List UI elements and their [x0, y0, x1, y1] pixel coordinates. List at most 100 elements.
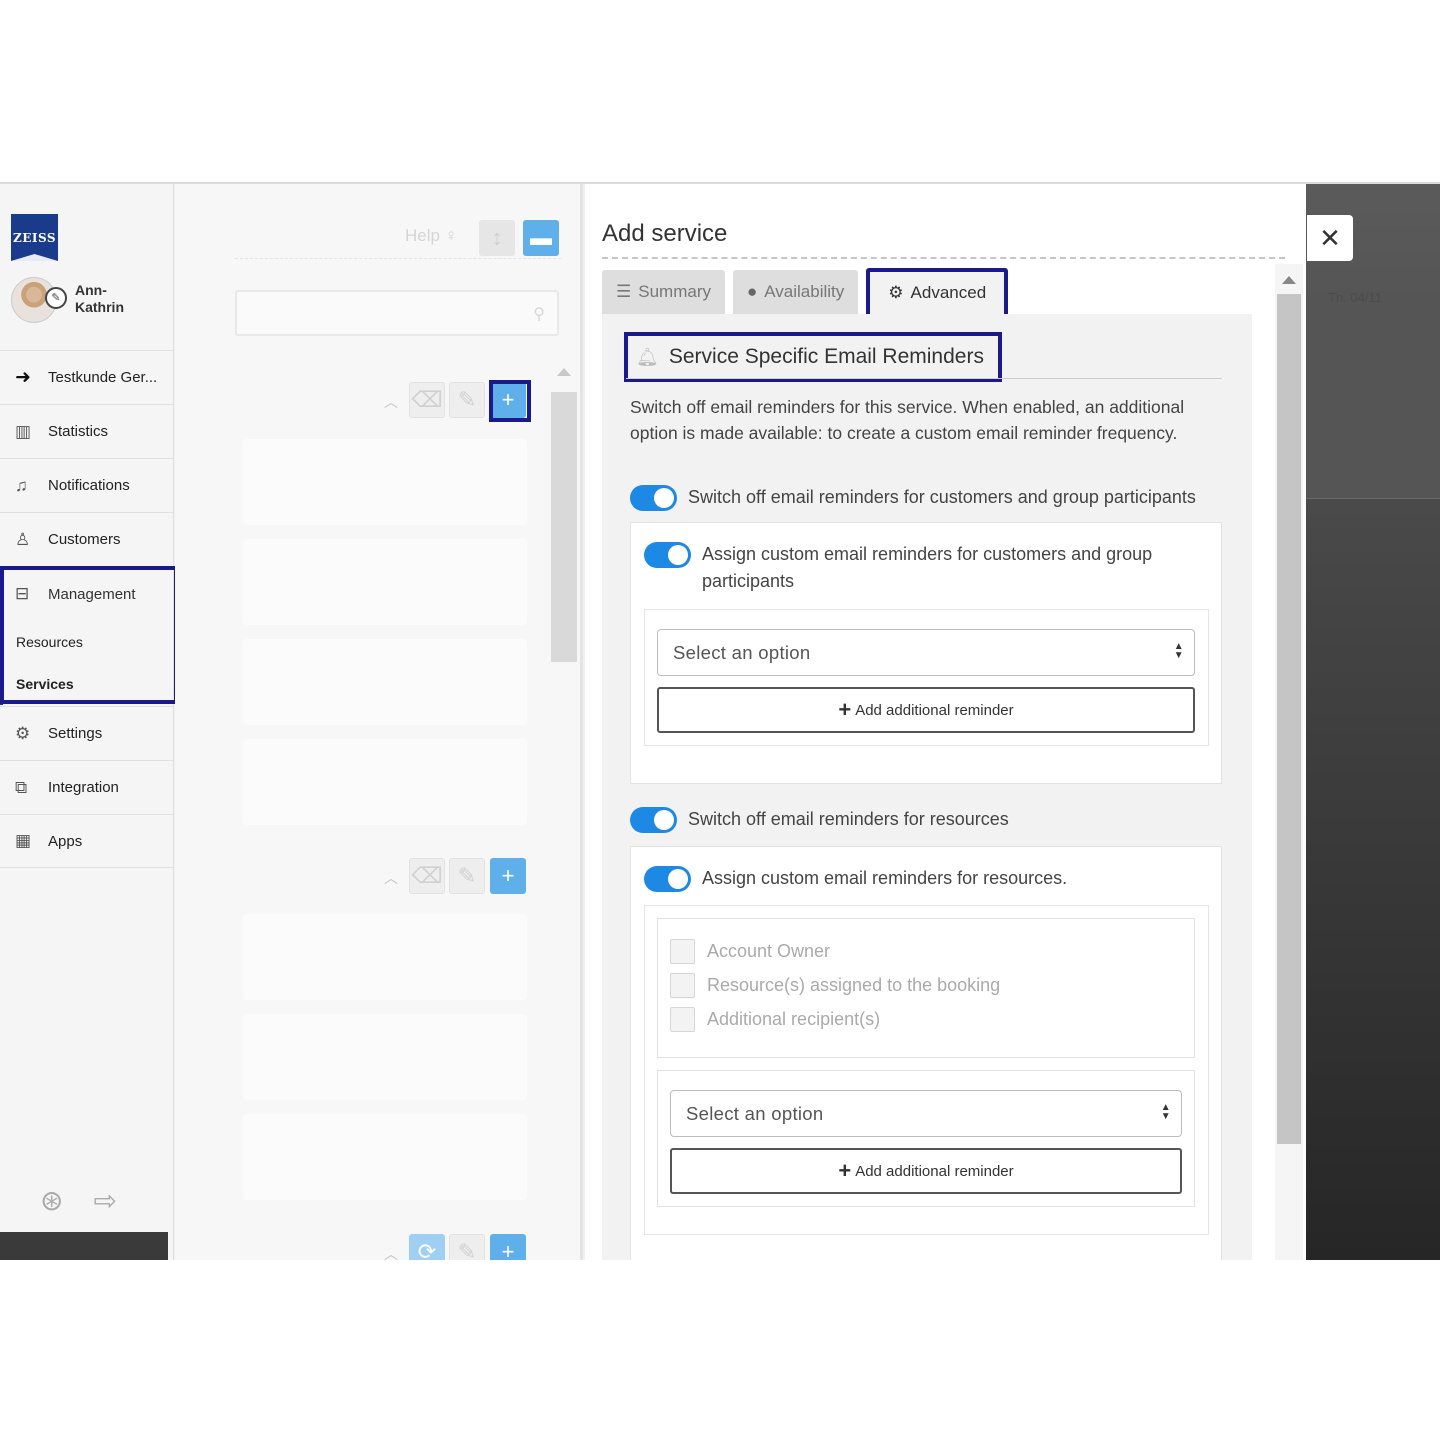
recipient-additional[interactable]: Additional recipient(s): [670, 1007, 880, 1032]
bar-chart-icon: ▥: [15, 421, 32, 441]
section-description: Switch off email reminders for this serv…: [630, 397, 1185, 443]
sidebar-item-label: Testkunde Ger...: [48, 369, 158, 386]
list-item[interactable]: [243, 539, 527, 625]
scroll-up-arrow[interactable]: [557, 368, 571, 376]
user-name: Ann- Kathrin: [75, 282, 124, 315]
close-button[interactable]: ✕: [1307, 215, 1353, 261]
bell-icon: 🔔︎: [636, 346, 659, 367]
customers-reminder-box: Select an option ▲ ▼ + Add additional rem…: [644, 609, 1209, 746]
resources-custom-toggle[interactable]: [644, 866, 691, 892]
customers-custom-row: Assign custom email reminders for custom…: [644, 541, 1204, 595]
add-service-panel: Add service ☰ Summary ● Availability ⚙ A…: [585, 184, 1306, 1260]
sidebar-item-label: Apps: [48, 832, 83, 850]
sidebar-nav: ➜ Testkunde Ger... ▥ Statistics ♫ Notifi…: [0, 350, 174, 868]
search-input[interactable]: ⚲: [235, 290, 559, 336]
help-lifebuoy-icon[interactable]: ⊛: [40, 1184, 63, 1217]
add-service-button[interactable]: +: [490, 858, 526, 894]
divider: [626, 378, 1222, 379]
chevron-up-icon[interactable]: ︿: [384, 392, 398, 412]
sidebar-item-label: Notifications: [48, 477, 130, 494]
sidebar-item-customers[interactable]: ♙ Customers: [0, 512, 174, 566]
checkbox[interactable]: [670, 1007, 695, 1032]
list-item[interactable]: [243, 739, 527, 825]
services-list-pane: Help ♀ ↕ ▬ ⚲ ︿ ⌫ ✎ + ︿ ⌫ ✎ + ︿ ⟳ ✎ +: [175, 184, 583, 1260]
sidebar-subitem-resources[interactable]: Resources: [0, 621, 174, 663]
scroll-up-arrow[interactable]: [1282, 276, 1296, 284]
edit-profile-icon[interactable]: ✎: [45, 287, 67, 309]
sidebar: ZEISS ✎ Ann- Kathrin ➜ Testkunde Ger... …: [0, 184, 178, 1260]
resources-custom-box: Assign custom email reminders for resour…: [630, 846, 1222, 1260]
background-overlay[interactable]: Th. 04/11: [1306, 184, 1440, 1260]
chevron-up-icon[interactable]: ︿: [384, 1244, 398, 1260]
plus-icon: +: [838, 1158, 852, 1183]
sidebar-item-label: Settings: [48, 725, 103, 742]
tab-advanced[interactable]: ⚙ Advanced: [866, 268, 1009, 318]
customers-custom-box: Assign custom email reminders for custom…: [630, 522, 1222, 784]
recipients-box: Account Owner Resource(s) assigned to th…: [657, 918, 1195, 1058]
resources-add-reminder-button[interactable]: + Add additional reminder: [670, 1148, 1182, 1194]
checkbox[interactable]: [670, 973, 695, 998]
search-icon: ⚲: [533, 306, 545, 323]
sidebar-item-label: Integration: [48, 779, 119, 796]
zeiss-logo[interactable]: ZEISS: [11, 214, 58, 261]
add-service-button[interactable]: +: [490, 1234, 526, 1260]
sidebar-item-apps[interactable]: ▦ Apps: [0, 814, 174, 868]
resources-reminder-select[interactable]: Select an option ▲ ▼: [670, 1090, 1182, 1137]
tab-summary[interactable]: ☰ Summary: [602, 270, 725, 314]
panel-title: Add service: [602, 220, 728, 247]
edit-button[interactable]: ✎: [449, 858, 485, 894]
sidebar-group-management: ⊟ Management Resources Services: [0, 566, 174, 706]
plus-icon: +: [838, 697, 852, 722]
resources-switch-off-row: Switch off email reminders for resources: [630, 806, 1009, 833]
resources-reminder-box: Account Owner Resource(s) assigned to th…: [644, 905, 1209, 1235]
sidebar-item-integration[interactable]: ⧉ Integration: [0, 760, 174, 814]
recipient-assigned-resources[interactable]: Resource(s) assigned to the booking: [670, 973, 1000, 998]
list-item[interactable]: [243, 439, 527, 525]
sort-button[interactable]: ↕: [479, 220, 515, 256]
chevron-up-icon[interactable]: ︿: [384, 868, 398, 888]
user-icon: ♙: [15, 529, 31, 549]
sidebar-item-label: Management: [48, 585, 136, 603]
resources-switch-off-toggle[interactable]: [630, 807, 677, 833]
customers-switch-off-toggle[interactable]: [630, 485, 677, 511]
panel-scrollbar[interactable]: [1275, 264, 1303, 1260]
sidebar-item-notifications[interactable]: ♫ Notifications: [0, 458, 174, 512]
add-service-button[interactable]: +: [490, 382, 526, 418]
customers-custom-toggle[interactable]: [644, 542, 691, 568]
list-item[interactable]: [243, 639, 527, 725]
scrollbar-thumb[interactable]: [1277, 294, 1301, 1144]
calendar-date-label: Th. 04/11: [1328, 290, 1382, 305]
delete-button[interactable]: ⌫: [409, 858, 445, 894]
checkbox[interactable]: [670, 939, 695, 964]
app-window: ZEISS ✎ Ann- Kathrin ➜ Testkunde Ger... …: [0, 182, 1440, 1260]
list-item[interactable]: [243, 1114, 527, 1200]
sidebar-subitem-services[interactable]: Services: [0, 663, 174, 705]
logout-icon[interactable]: ⇨: [93, 1184, 116, 1217]
edit-button[interactable]: ✎: [449, 1234, 485, 1260]
select-arrows-icon: ▲ ▼: [1160, 1102, 1171, 1122]
customers-reminder-select[interactable]: Select an option ▲ ▼: [657, 629, 1195, 676]
sidebar-item-management[interactable]: ⊟ Management: [0, 567, 174, 621]
sidebar-bottom-bar: [0, 1232, 168, 1260]
recipient-account-owner[interactable]: Account Owner: [670, 939, 830, 964]
sidebar-item-settings[interactable]: ⚙ Settings: [0, 706, 174, 760]
sidebar-item-statistics[interactable]: ▥ Statistics: [0, 404, 174, 458]
delete-button[interactable]: ⌫: [409, 382, 445, 418]
grid-icon: ▦: [15, 831, 32, 850]
customers-add-reminder-button[interactable]: + Add additional reminder: [657, 687, 1195, 733]
edit-button[interactable]: ✎: [449, 382, 485, 418]
sidebar-item-label: Statistics: [48, 423, 109, 440]
list-item[interactable]: [243, 1014, 527, 1100]
section-title: 🔔︎ Service Specific Email Reminders: [624, 332, 1002, 382]
gears-icon: ⚙: [888, 283, 904, 302]
arrow-left-circle-icon: ➜: [15, 367, 31, 388]
scrollbar[interactable]: [551, 392, 577, 662]
list-item[interactable]: [243, 914, 527, 1000]
folder-button[interactable]: ▬: [523, 220, 559, 256]
list-icon: ☰: [616, 282, 632, 301]
tab-availability[interactable]: ● Availability: [732, 270, 859, 314]
refresh-button[interactable]: ⟳: [409, 1234, 445, 1260]
overlay-calendar-strip: [1306, 294, 1440, 499]
help-link[interactable]: Help ♀: [405, 226, 457, 246]
sidebar-item-back[interactable]: ➜ Testkunde Ger...: [0, 350, 174, 404]
